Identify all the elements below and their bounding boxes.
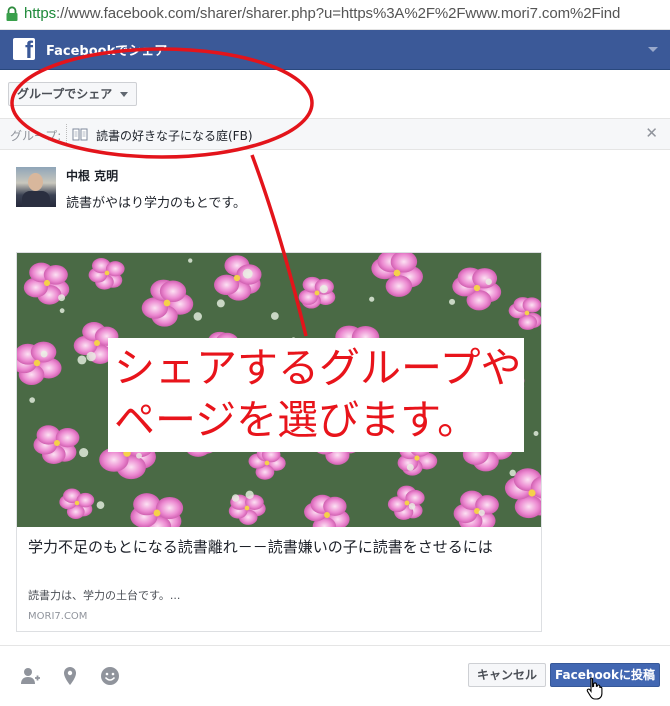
- post-to-facebook-button[interactable]: Facebookに投稿: [550, 663, 660, 687]
- caret-down-icon: [120, 92, 129, 97]
- share-target-row: グループでシェア: [0, 70, 670, 118]
- share-target-label: グループでシェア: [17, 87, 113, 101]
- location-pin-icon[interactable]: [60, 666, 80, 686]
- user-name: 中根 克明: [66, 169, 119, 183]
- dialog-footer: キャンセル Facebookに投稿: [0, 645, 670, 706]
- preview-description: 読書力は、学力の土台です。...: [28, 589, 181, 602]
- url-scheme: https: [24, 5, 57, 22]
- share-dialog-window: https://www.facebook.com/sharer/sharer.p…: [0, 0, 670, 706]
- cancel-button[interactable]: キャンセル: [468, 663, 546, 687]
- group-selector-row: グループ: 読書の好きな子になる庭(FB) ✕: [0, 118, 670, 150]
- preview-domain: MORI7.COM: [28, 611, 88, 622]
- chevron-down-icon[interactable]: [648, 47, 658, 52]
- facebook-logo-icon: f: [13, 38, 35, 60]
- group-label: グループ:: [10, 129, 62, 143]
- hand-pointer-icon: [586, 677, 603, 700]
- annotation-box: シェアするグループや ページを選びます。: [108, 338, 524, 452]
- annotation-line-1: シェアするグループや: [114, 344, 522, 392]
- divider: [66, 124, 67, 145]
- group-book-icon: [72, 128, 88, 141]
- share-target-dropdown[interactable]: グループでシェア: [8, 82, 138, 106]
- address-bar[interactable]: https://www.facebook.com/sharer/sharer.p…: [0, 0, 670, 30]
- lock-icon: [6, 6, 18, 21]
- avatar: [16, 167, 56, 207]
- annotation-line-2: ページを選びます。: [114, 396, 479, 444]
- url-path: ://www.facebook.com/sharer/sharer.php?u=…: [56, 5, 621, 22]
- url-text: https://www.facebook.com/sharer/sharer.p…: [24, 5, 620, 22]
- feeling-smiley-icon[interactable]: [100, 666, 120, 686]
- message-textarea[interactable]: 読書がやはり学力のもとです。: [66, 192, 246, 211]
- dialog-header: f Facebookでシェア: [0, 30, 670, 70]
- dialog-title: Facebookでシェア: [46, 44, 168, 59]
- preview-title: 学力不足のもとになる読書離れ－－読書嫌いの子に読書をさせるには: [28, 538, 493, 556]
- close-icon[interactable]: ✕: [645, 124, 658, 142]
- group-name-input[interactable]: 読書の好きな子になる庭(FB): [96, 127, 253, 144]
- tag-friends-icon[interactable]: [20, 666, 40, 686]
